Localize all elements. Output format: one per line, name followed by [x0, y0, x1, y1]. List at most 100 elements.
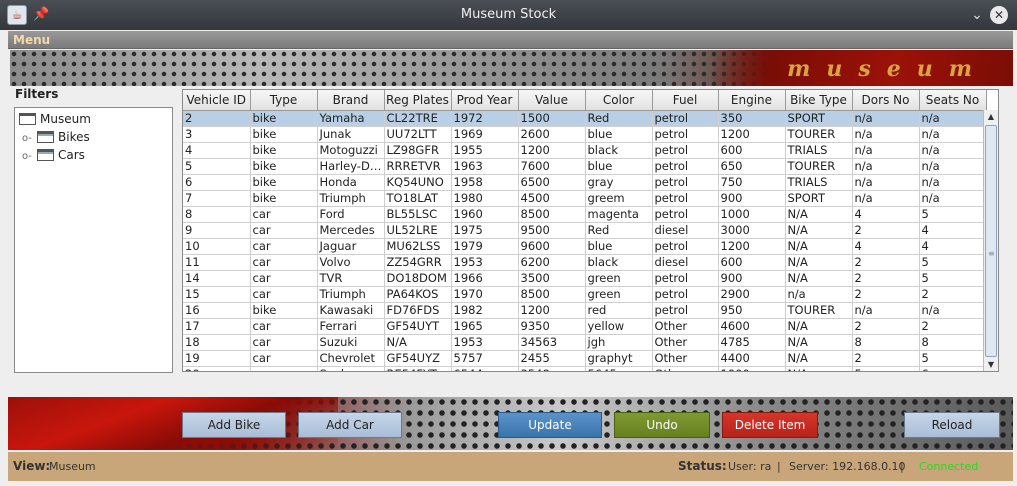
table-cell: N/A [785, 318, 853, 335]
status-bar: View: Museum Status: User: ra | Server: … [8, 452, 1013, 481]
table-cell: car [250, 270, 318, 287]
filter-tree[interactable]: Museum o- Bikes o- Cars [14, 107, 173, 373]
table-cell: 4 [852, 238, 920, 255]
scrollbar-thumb[interactable]: ≡ [985, 125, 997, 357]
table-cell: 2900 [718, 286, 786, 303]
table-cell: petrol [652, 190, 719, 207]
table-cell: 5 [852, 366, 920, 371]
table-cell: GF54UYZ [384, 350, 452, 367]
table-cell: 3500 [518, 270, 586, 287]
table-cell: TOURER [785, 126, 853, 143]
table-cell: bike [250, 158, 318, 175]
table-cell: 18 [183, 334, 251, 351]
column-header[interactable]: Type [250, 90, 318, 111]
add-car-button[interactable]: Add Car [298, 412, 402, 438]
table-cell: n/a [852, 110, 920, 127]
column-header[interactable]: Fuel [652, 90, 719, 111]
table-cell: 1972 [451, 110, 519, 127]
table-cell: bike [250, 302, 318, 319]
update-button[interactable]: Update [498, 412, 602, 438]
menu-bar: Menu [8, 31, 1013, 49]
column-header[interactable]: Seats No [919, 90, 987, 111]
table-cell: UU72LTT [384, 126, 452, 143]
table-cell: 7600 [518, 158, 586, 175]
table-row[interactable]: 18 car Suzuki N/A 1953 34563 jgh Other 4785 N/A 8 8 [183, 334, 987, 351]
column-header[interactable]: Vehicle ID [183, 90, 251, 111]
table-row[interactable]: 14 car TVR DO18DOM 1966 3500 green petrol 900 N/A… [183, 270, 987, 287]
view-label: View: [13, 459, 51, 473]
table-cell: 1970 [451, 286, 519, 303]
table-row[interactable]: 16 bike Kawasaki FD76FDS 1982 1200 red petrol 95… [183, 302, 987, 319]
table-row[interactable]: 3 bike Junak UU72LTT 1969 2600 blue petrol 1200 T… [183, 126, 987, 143]
delete-item-button[interactable]: Delete Item [722, 412, 818, 438]
table-cell: 6544 [451, 366, 519, 371]
chevron-down-icon[interactable]: ⌄ [968, 5, 986, 25]
table-row[interactable]: 8 car Ford BL55LSC 1960 8500 magenta petrol 1000… [183, 206, 987, 223]
table-cell: 350 [718, 110, 786, 127]
table-cell: petrol [652, 158, 719, 175]
undo-button[interactable]: Undo [614, 412, 710, 438]
user-value: User: ra [728, 460, 772, 473]
column-header[interactable]: Color [585, 90, 653, 111]
table-cell: DO18DOM [384, 270, 452, 287]
table-cell: N/A [785, 350, 853, 367]
close-icon[interactable]: ✕ [990, 6, 1008, 24]
table-cell: 9350 [518, 318, 586, 335]
scroll-up-icon[interactable]: ▲ [984, 110, 998, 124]
table-row[interactable]: 20carSaabRE54FYT654435485645Other1000N/A… [183, 366, 987, 371]
table-cell: n/a [852, 302, 920, 319]
table-cell: petrol [652, 174, 719, 191]
table-cell: graphyt [585, 350, 653, 367]
column-header[interactable]: Engine [718, 90, 786, 111]
table-row[interactable]: 9 car Mercedes UL52LRE 1975 9500 Red diesel 3000… [183, 222, 987, 239]
table-cell: LZ98GFR [384, 142, 452, 159]
expand-icon[interactable]: o- [22, 134, 32, 144]
table-row[interactable]: 4 bike Motoguzzi LZ98GFR 1955 1200 black petrol… [183, 142, 987, 159]
column-header[interactable]: Reg Plates [384, 90, 452, 111]
table-cell: 9 [183, 222, 251, 239]
table-cell: petrol [652, 126, 719, 143]
table-cell: 1200 [718, 238, 786, 255]
reload-button[interactable]: Reload [904, 412, 1000, 438]
add-bike-button[interactable]: Add Bike [182, 412, 286, 438]
expand-icon[interactable]: o- [22, 152, 32, 162]
scroll-down-icon[interactable]: ▼ [984, 358, 998, 371]
table-cell: 900 [718, 190, 786, 207]
table-row[interactable]: 7 bike Triumph TO18LAT 1980 4500 greem petrol 90… [183, 190, 987, 207]
table-cell: 5 [183, 158, 251, 175]
table-row[interactable]: 5 bike Harley-Da... RRRETVR 1963 7600 blue petr… [183, 158, 987, 175]
tree-node-bikes[interactable]: Bikes [37, 128, 90, 146]
table-row[interactable]: 15 car Triumph PA64KOS 1970 8500 green petrol 29… [183, 286, 987, 303]
column-header[interactable]: Value [518, 90, 586, 111]
column-header[interactable]: Brand [317, 90, 385, 111]
table-row[interactable]: 2 bike Yamaha CL22TRE 1972 1500 Red petrol 350 SP… [183, 110, 987, 127]
column-header[interactable]: Prod Year [451, 90, 519, 111]
table-row[interactable]: 6 bike Honda KQ54UNO 1958 6500 gray petrol 750 TR… [183, 174, 987, 191]
table-cell: RE54FYT [384, 366, 452, 371]
table-cell: n/a [919, 126, 987, 143]
column-header[interactable]: Dors No [852, 90, 920, 111]
tree-node-cars[interactable]: Cars [37, 146, 85, 164]
table-row[interactable]: 17 car Ferrari GF54UYT 1965 9350 yellow Other 46… [183, 318, 987, 335]
folder-icon [37, 149, 54, 161]
table-row[interactable]: 10 car Jaguar MU62LSS 1979 9600 blue petrol 1200… [183, 238, 987, 255]
vehicle-table[interactable]: Vehicle ID Type Brand Reg Plates Prod Year Va… [182, 89, 999, 372]
table-cell: SPORT [785, 190, 853, 207]
table-cell: 6 [183, 174, 251, 191]
table-row[interactable]: 11 car Volvo ZZ54GRR 1953 6200 black diesel 600 N… [183, 254, 987, 271]
menu-button[interactable]: Menu [13, 31, 50, 49]
table-cell: green [585, 286, 653, 303]
table-cell: petrol [652, 270, 719, 287]
table-cell: blue [585, 238, 653, 255]
table-cell: Kawasaki [317, 302, 385, 319]
column-header[interactable]: Bike Type [785, 90, 853, 111]
table-scrollbar[interactable]: ▲ ≡ ▼ [983, 110, 998, 371]
table-cell: 2 [852, 254, 920, 271]
tree-node-museum[interactable]: Museum [19, 110, 91, 128]
table-row[interactable]: 19 car Chevrolet GF54UYZ 5757 2455 graphyt Othe… [183, 350, 987, 367]
status-separator: | [900, 460, 904, 473]
table-cell: n/a [919, 190, 987, 207]
table-cell: 1200 [518, 302, 586, 319]
table-cell: Other [652, 350, 719, 367]
table-cell: N/A [384, 334, 452, 351]
